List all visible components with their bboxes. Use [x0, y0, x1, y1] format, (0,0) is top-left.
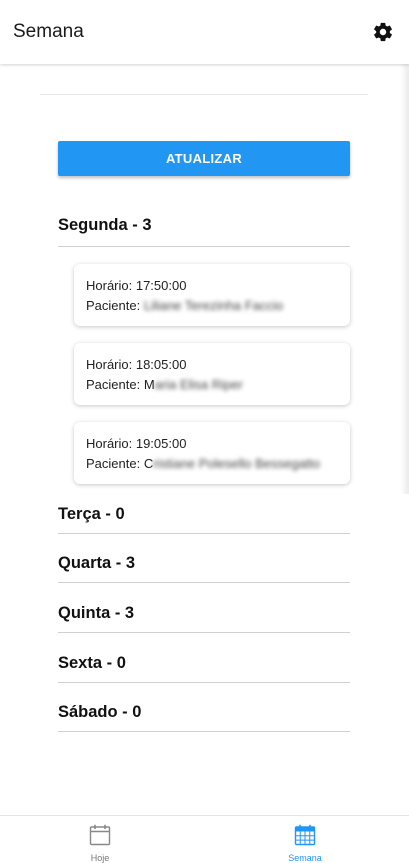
- nav-item-semana[interactable]: Semana: [255, 816, 355, 863]
- divider: [58, 731, 350, 732]
- day-section-wednesday[interactable]: Quarta - 3: [58, 554, 350, 583]
- page-title: Semana: [13, 21, 84, 42]
- day-section-monday[interactable]: Segunda - 3: [58, 216, 350, 247]
- patient-name: Liliane Terezinha Faccio: [143, 298, 284, 313]
- appointment-time: Horário: 19:05:00: [86, 436, 187, 451]
- day-label: Terça - 0: [58, 505, 125, 523]
- appointment-card[interactable]: Horário: 19:05:00 Paciente: Cristiane Po…: [74, 422, 350, 484]
- divider: [58, 682, 350, 683]
- day-label: Segunda - 3: [58, 216, 152, 234]
- patient-name: aria Elisa Riper: [154, 377, 243, 392]
- day-section-tuesday[interactable]: Terça - 0: [58, 505, 350, 534]
- day-label: Sexta - 0: [58, 654, 126, 672]
- gear-icon[interactable]: [372, 21, 394, 43]
- nav-item-hoje[interactable]: Hoje: [50, 816, 150, 863]
- appointment-card[interactable]: Horário: 18:05:00 Paciente: Maria Elisa …: [74, 343, 350, 405]
- appointment-card[interactable]: Horário: 17:50:00 Paciente: Liliane Tere…: [74, 264, 350, 326]
- day-label: Quinta - 3: [58, 604, 135, 622]
- patient-prefix: Paciente:: [86, 298, 144, 313]
- bottom-navigation: Hoje Semana: [0, 815, 409, 863]
- app-bar: Semana: [0, 0, 409, 64]
- patient-prefix: Paciente: C: [86, 456, 154, 471]
- day-section-saturday[interactable]: Sábado - 0: [58, 703, 350, 732]
- patient-prefix: Paciente: M: [86, 377, 155, 392]
- appointment-patient: Paciente: Maria Elisa Riper: [86, 377, 243, 392]
- appointment-patient: Paciente: Liliane Terezinha Faccio: [86, 298, 283, 313]
- day-section-thursday[interactable]: Quinta - 3: [58, 604, 350, 633]
- patient-name: ristiane Polesello Bessegatto: [153, 456, 321, 471]
- divider: [40, 94, 368, 95]
- nav-label: Semana: [288, 853, 322, 863]
- update-button[interactable]: ATUALIZAR: [58, 141, 350, 176]
- edge-shadow: [400, 64, 409, 494]
- divider: [58, 246, 350, 247]
- calendar-grid-icon: [294, 824, 316, 846]
- day-section-friday[interactable]: Sexta - 0: [58, 654, 350, 683]
- day-label: Quarta - 3: [58, 554, 136, 572]
- nav-label: Hoje: [90, 853, 110, 863]
- appointment-time: Horário: 18:05:00: [86, 357, 187, 372]
- divider: [58, 533, 350, 534]
- day-label: Sábado - 0: [58, 703, 142, 721]
- appointment-patient: Paciente: Cristiane Polesello Bessegatto: [86, 456, 320, 471]
- divider: [58, 582, 350, 583]
- divider: [58, 632, 350, 633]
- appointment-time: Horário: 17:50:00: [86, 278, 187, 293]
- calendar-icon: [89, 824, 111, 846]
